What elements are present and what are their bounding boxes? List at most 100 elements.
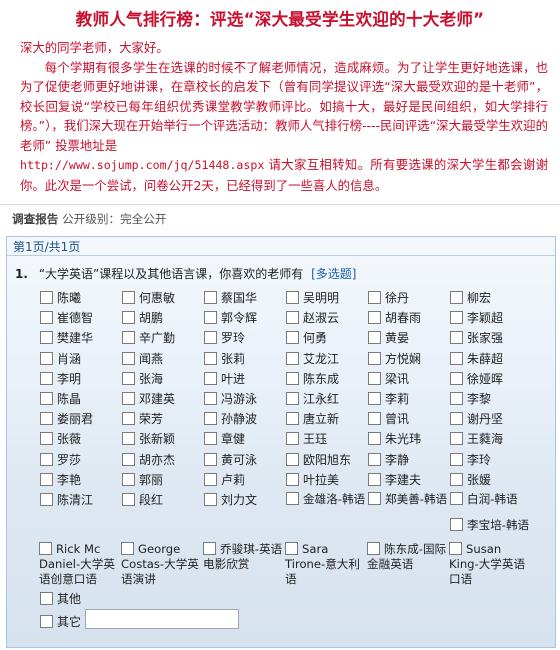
option-checkbox[interactable] (368, 492, 381, 505)
option-checkbox[interactable] (204, 371, 217, 385)
option-item[interactable]: 白润-韩语 (450, 492, 530, 510)
option-item[interactable]: 崔德智 (40, 310, 93, 328)
option-checkbox[interactable] (368, 331, 381, 345)
option-checkbox[interactable] (286, 371, 299, 385)
option-checkbox[interactable] (367, 542, 380, 555)
option-item[interactable]: 闻燕 (122, 351, 163, 369)
option-item[interactable]: 李艳 (40, 472, 81, 490)
option-item[interactable]: Sara Tirone-意大利语 (285, 542, 365, 586)
option-item[interactable]: 陈东成-国际金融英语 (367, 542, 447, 571)
option-checkbox[interactable] (40, 452, 53, 466)
option-checkbox[interactable] (40, 392, 53, 405)
option-item[interactable]: 郭丽 (122, 472, 163, 490)
option-item[interactable]: 何惠敏 (122, 290, 175, 308)
option-checkbox[interactable] (40, 351, 53, 365)
option-checkbox[interactable] (286, 472, 299, 486)
option-checkbox[interactable] (286, 492, 299, 505)
option-item[interactable]: 陈东成 (286, 371, 339, 389)
option-item[interactable]: 荣芳 (122, 411, 163, 429)
option-checkbox[interactable] (450, 412, 463, 426)
option-item[interactable]: 李建夫 (368, 472, 421, 490)
option-checkbox[interactable] (450, 331, 463, 345)
option-item[interactable]: 其他 (40, 591, 81, 609)
option-item[interactable]: 李玲 (450, 452, 491, 470)
option-item[interactable]: 金雄洛-韩语 (286, 492, 366, 510)
option-checkbox[interactable] (368, 392, 381, 405)
option-checkbox[interactable] (286, 291, 299, 304)
option-checkbox[interactable] (204, 311, 217, 325)
option-checkbox[interactable] (450, 371, 463, 385)
option-checkbox[interactable] (368, 412, 381, 426)
option-item[interactable]: 胡亦杰 (122, 452, 175, 470)
option-checkbox[interactable] (40, 493, 53, 506)
option-item[interactable]: 张媛 (450, 472, 491, 490)
option-item[interactable]: 郑美善-韩语 (368, 492, 448, 510)
option-checkbox[interactable] (122, 371, 135, 385)
option-checkbox[interactable] (122, 291, 135, 304)
option-item[interactable]: 欧阳旭东 (286, 452, 351, 470)
option-checkbox[interactable] (450, 492, 463, 505)
option-item[interactable]: 李莉 (368, 391, 409, 409)
option-item[interactable]: 朱光玮 (368, 431, 421, 449)
option-checkbox[interactable] (204, 331, 217, 345)
option-item[interactable]: 章健 (204, 431, 245, 449)
option-checkbox[interactable] (122, 493, 135, 506)
option-item[interactable]: 孙静波 (204, 411, 257, 429)
option-item[interactable]: 叶拉美 (286, 472, 339, 490)
option-checkbox[interactable] (40, 615, 53, 628)
option-checkbox[interactable] (122, 311, 135, 325)
option-item[interactable]: 乔骏琪-英语电影欣赏 (203, 542, 283, 571)
option-item[interactable]: 其它 (40, 614, 81, 632)
option-checkbox[interactable] (368, 472, 381, 486)
option-item[interactable]: 樊建华 (40, 330, 93, 348)
option-checkbox[interactable] (40, 371, 53, 385)
option-checkbox[interactable] (40, 291, 53, 304)
option-checkbox[interactable] (450, 472, 463, 486)
option-item[interactable]: 李明 (40, 371, 81, 389)
other-text-input[interactable] (85, 609, 239, 629)
option-checkbox[interactable] (368, 291, 381, 304)
option-checkbox[interactable] (450, 452, 463, 466)
option-checkbox[interactable] (368, 311, 381, 325)
option-checkbox[interactable] (122, 472, 135, 486)
option-checkbox[interactable] (204, 291, 217, 304)
option-checkbox[interactable] (204, 432, 217, 446)
option-item[interactable]: 徐娅晖 (450, 371, 503, 389)
option-item[interactable]: 唐立新 (286, 411, 339, 429)
option-item[interactable]: 张薇 (40, 431, 81, 449)
option-checkbox[interactable] (204, 351, 217, 365)
option-checkbox[interactable] (450, 392, 463, 405)
option-item[interactable]: 邓建英 (122, 391, 175, 409)
option-checkbox[interactable] (368, 351, 381, 365)
option-item[interactable]: 冯游泳 (204, 391, 257, 409)
option-item[interactable]: 李黎 (450, 391, 491, 409)
option-checkbox[interactable] (450, 432, 463, 446)
option-checkbox[interactable] (204, 392, 217, 405)
option-item[interactable]: 罗玲 (204, 330, 245, 348)
option-checkbox[interactable] (122, 392, 135, 405)
option-item[interactable]: 吴明明 (286, 290, 339, 308)
option-item[interactable]: 张家强 (450, 330, 503, 348)
option-item[interactable]: 胡春雨 (368, 310, 421, 328)
option-item[interactable]: 谢丹坚 (450, 411, 503, 429)
option-item[interactable]: Rick Mc Daniel-大学英语创意口语 (39, 542, 119, 586)
option-item[interactable]: 郭令辉 (204, 310, 257, 328)
option-checkbox[interactable] (286, 311, 299, 325)
option-item[interactable]: 蔡国华 (204, 290, 257, 308)
option-item[interactable]: 张莉 (204, 351, 245, 369)
option-item[interactable]: 张新颖 (122, 431, 175, 449)
option-checkbox[interactable] (121, 542, 134, 555)
option-checkbox[interactable] (204, 493, 217, 506)
option-item[interactable]: 刘力文 (204, 492, 257, 510)
option-item[interactable]: 王珏 (286, 431, 327, 449)
option-checkbox[interactable] (204, 412, 217, 426)
option-item[interactable]: 艾龙江 (286, 351, 339, 369)
option-item[interactable]: 李颖超 (450, 310, 503, 328)
option-item[interactable]: 何勇 (286, 330, 327, 348)
option-checkbox[interactable] (286, 392, 299, 405)
option-checkbox[interactable] (39, 542, 52, 555)
option-checkbox[interactable] (368, 371, 381, 385)
option-checkbox[interactable] (40, 432, 53, 446)
option-checkbox[interactable] (40, 592, 53, 605)
option-checkbox[interactable] (122, 351, 135, 365)
